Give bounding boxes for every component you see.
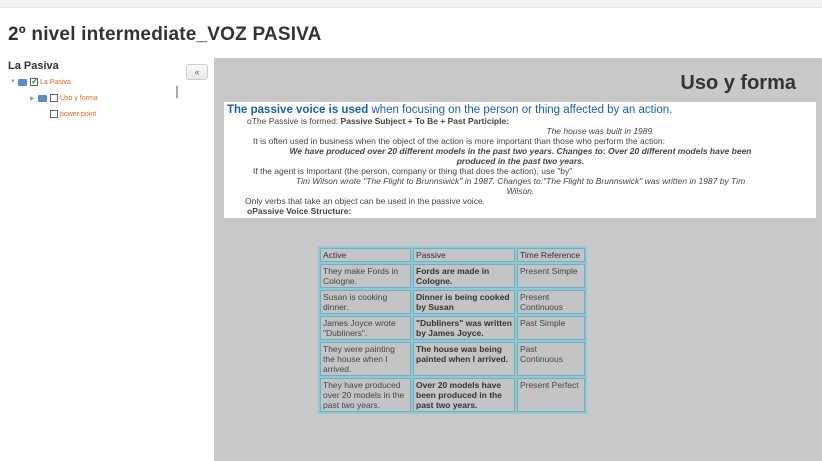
cell-passive: Over 20 models have been produced in the… (413, 378, 515, 412)
checkbox-power-point[interactable] (50, 110, 58, 118)
lead-bold: The passive voice is used (227, 104, 369, 116)
section-heading: Uso y forma (680, 72, 796, 94)
formed-prefix: The Passive is formed: (251, 116, 341, 126)
tree-item-label[interactable]: La Pasiva (40, 79, 71, 86)
table-row: Susan is cooking dinner. Dinner is being… (320, 290, 585, 314)
tree-item-la-pasiva[interactable]: ▼ La Pasiva (10, 76, 71, 88)
checkbox-uso-y-forma[interactable] (50, 94, 58, 102)
lesson-text: The passive voice is used when focusing … (224, 102, 816, 218)
page-title: 2º nivel intermediate_VOZ PASIVA (8, 24, 322, 45)
folder-icon (38, 94, 47, 102)
cell-active: They make Fords in Cologne. (320, 264, 411, 288)
expand-arrow-icon[interactable]: ▼ (10, 79, 18, 85)
header-passive: Passive (413, 248, 515, 262)
collapse-sidebar-button[interactable]: « (186, 64, 208, 80)
folder-icon (18, 78, 27, 86)
cell-passive: The house was being painted when I arriv… (413, 342, 515, 376)
cell-active: James Joyce wrote "Dubliners". (320, 316, 411, 340)
lead-rest: when focusing on the person or thing aff… (368, 104, 673, 116)
cell-time: Past Simple (517, 316, 585, 340)
wilson-line-b: Wilson. (506, 186, 535, 196)
wilson-line-a: Tim Wilson wrote "The Flight to Brunnswi… (295, 176, 746, 186)
cell-active: They were painting the house when I arri… (320, 342, 411, 376)
agent-line: If the agent is important (the person, c… (253, 166, 573, 176)
content-panel: Uso y forma The passive voice is used wh… (214, 58, 822, 461)
formed-bold: Passive Subject + To Be + Past Participl… (340, 116, 510, 126)
checkbox-la-pasiva[interactable] (30, 76, 39, 87)
sidebar-scrollbar[interactable] (176, 86, 178, 98)
cell-passive: Fords are made in Cologne. (413, 264, 515, 288)
models-line-a: We have produced over 20 different model… (289, 146, 752, 156)
top-bar (0, 0, 822, 8)
cell-time: Present Continuous (517, 290, 585, 314)
structure-label: Passive Voice Structure: (252, 206, 352, 216)
cell-passive: "Dubliners" was written by James Joyce. (413, 316, 515, 340)
example-line: The house was built in 1989. (546, 126, 655, 136)
passive-structure-table: Active Passive Time Reference They make … (318, 246, 587, 414)
table-row: They have produced over 20 models in the… (320, 378, 585, 412)
expand-arrow-icon[interactable]: ▶ (30, 95, 38, 102)
cell-active: Susan is cooking dinner. (320, 290, 411, 314)
formed-line: oThe Passive is formed: Passive Subject … (227, 116, 814, 126)
header-time-reference: Time Reference (517, 248, 585, 262)
cell-time: Present Simple (517, 264, 585, 288)
table-row: They were painting the house when I arri… (320, 342, 585, 376)
tree-item-label[interactable]: Uso y forma (60, 95, 98, 102)
header-active: Active (320, 248, 411, 262)
models-line-b: produced in the past two years. (456, 156, 585, 166)
business-line: It is often used in business when the ob… (253, 136, 666, 146)
cell-time: Past Continuous (517, 342, 585, 376)
tree-item-uso-y-forma[interactable]: ▶ Uso y forma (30, 92, 98, 104)
table-row: They make Fords in Cologne. Fords are ma… (320, 264, 585, 288)
sidebar-title: La Pasiva (8, 60, 59, 72)
table-row: James Joyce wrote "Dubliners". "Dubliner… (320, 316, 585, 340)
cell-active: They have produced over 20 models in the… (320, 378, 411, 412)
table-header-row: Active Passive Time Reference (320, 248, 585, 262)
cell-time: Present Perfect (517, 378, 585, 412)
cell-passive: Dinner is being cooked by Susan (413, 290, 515, 314)
tree-item-power-point[interactable]: power point (50, 108, 96, 120)
tree-item-label[interactable]: power point (60, 111, 96, 118)
only-verbs-line: Only verbs that take an object can be us… (245, 196, 486, 206)
lead-sentence: The passive voice is used when focusing … (227, 104, 814, 116)
structure-line: oPassive Voice Structure: (227, 206, 814, 216)
passive-structure-table-wrap: Active Passive Time Reference They make … (318, 246, 596, 414)
sidebar: La Pasiva « ▼ La Pasiva ▶ Uso y forma po… (0, 58, 212, 461)
